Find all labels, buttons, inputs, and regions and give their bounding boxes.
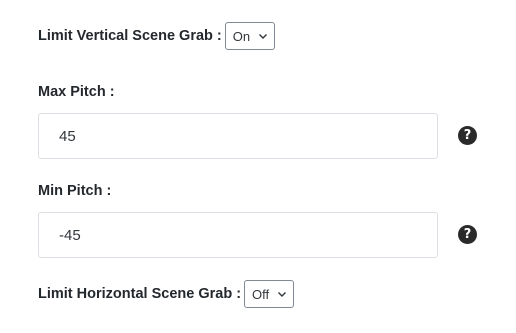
question-circle-icon[interactable]: ? [458,225,477,244]
horizontal-grab-select[interactable]: Off [244,280,295,308]
horizontal-grab-label: Limit Horizontal Scene Grab : [38,286,242,302]
vertical-grab-select[interactable]: On [224,22,276,50]
min-pitch-label: Min Pitch : [38,183,112,199]
vertical-grab-selected: On [232,28,251,44]
min-pitch-input[interactable] [38,212,438,258]
question-circle-icon[interactable]: ? [458,126,477,145]
chevron-down-icon [259,34,268,39]
horizontal-grab-selected: Off [252,286,270,302]
vertical-grab-row: Limit Vertical Scene Grab : On [38,22,276,50]
horizontal-grab-row: Limit Horizontal Scene Grab : Off [38,280,295,308]
chevron-down-icon [278,292,287,297]
max-pitch-input[interactable] [38,113,438,159]
vertical-grab-label: Limit Vertical Scene Grab : [38,28,222,44]
max-pitch-label: Max Pitch : [38,84,115,100]
